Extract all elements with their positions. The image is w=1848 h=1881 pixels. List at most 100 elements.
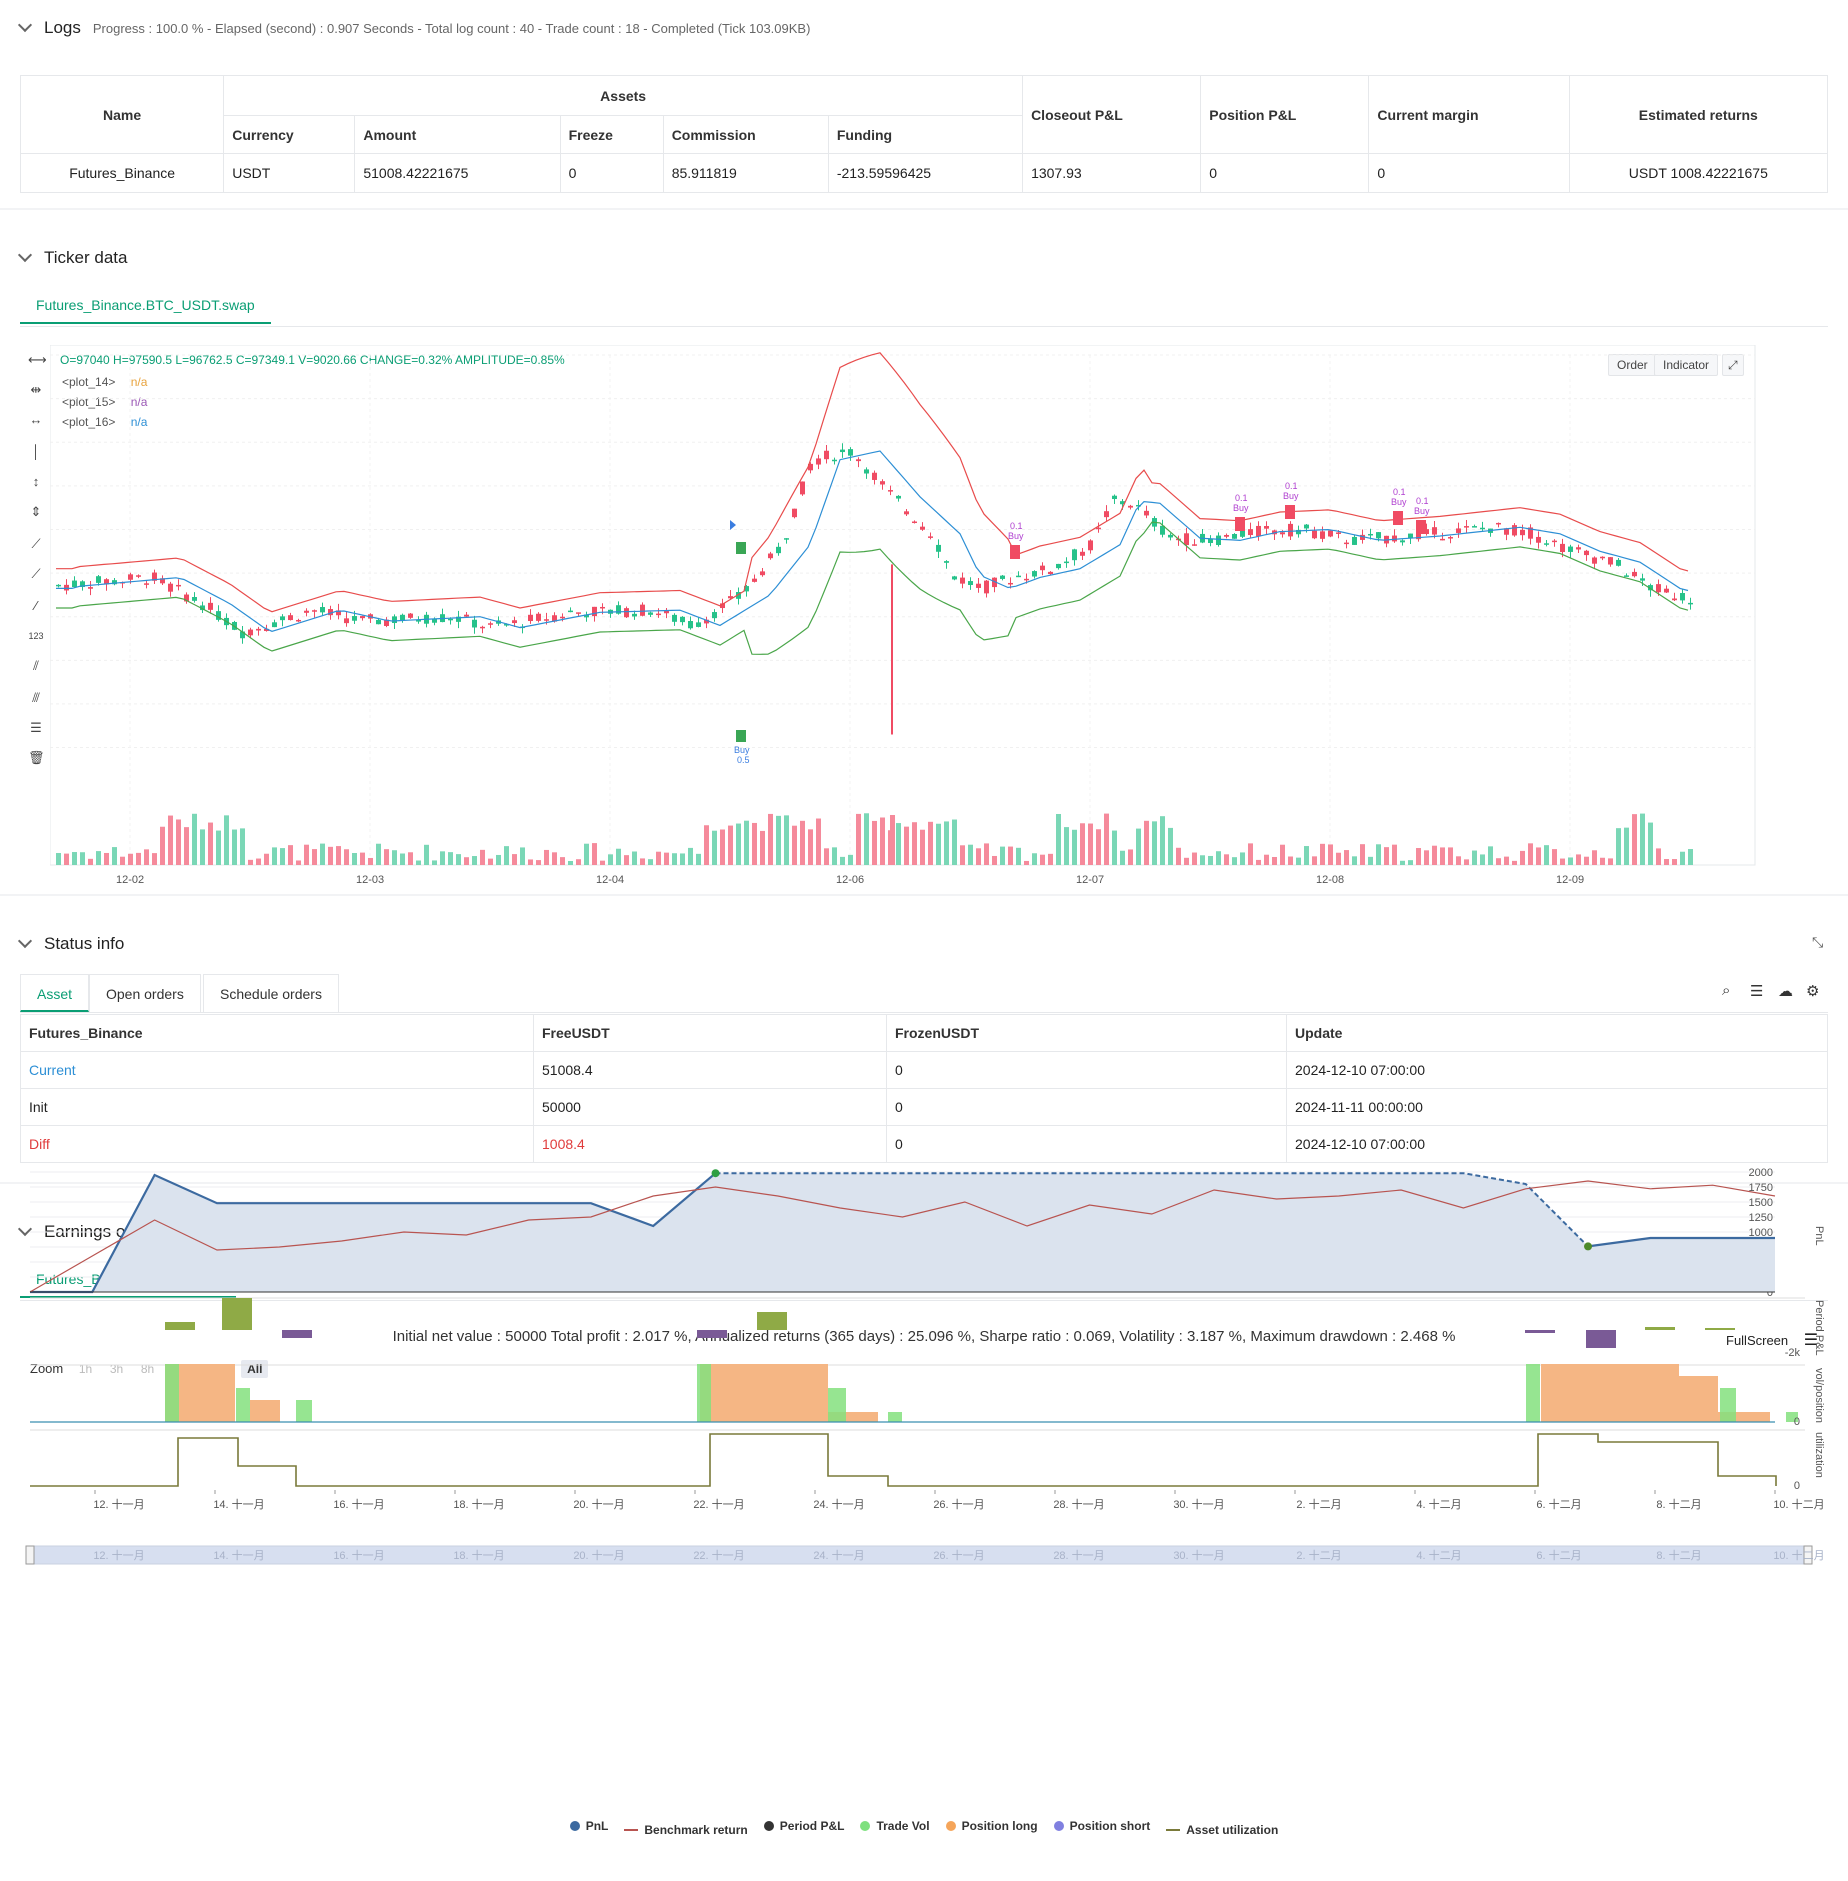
volume-bar	[1528, 843, 1533, 865]
volume-bar	[1368, 856, 1373, 865]
horizontal-line-icon[interactable]: ⟷	[28, 352, 47, 368]
status-header[interactable]: Status info	[17, 933, 124, 954]
volume-bar	[1472, 850, 1477, 865]
candle-body	[1680, 593, 1685, 601]
vertical-segment-icon[interactable]: ⇕	[28, 504, 44, 520]
volume-bar	[1648, 822, 1653, 865]
buy-marker-label: Buy	[1414, 506, 1430, 516]
cloud-download-icon[interactable]: ☁	[1778, 982, 1793, 1000]
cross-line-icon[interactable]: ↔	[28, 412, 44, 428]
gear-icon[interactable]: ⚙	[1806, 982, 1819, 1000]
candle-body	[208, 602, 213, 610]
volume-bar	[600, 860, 605, 865]
cell-frozen: 0	[886, 1051, 1287, 1089]
segment-icon[interactable]: ∕	[28, 598, 44, 614]
period-pnl-bar	[757, 1312, 787, 1330]
volume-bar	[1072, 829, 1077, 865]
navigator-tick-label: 28. 十一月	[1053, 1548, 1104, 1562]
horizontal-ray-icon[interactable]: ⇹	[28, 382, 44, 398]
legend-item[interactable]: Trade Vol	[860, 1819, 930, 1833]
volume-bar	[456, 854, 461, 865]
candle-body	[624, 608, 629, 618]
candle-body	[1280, 532, 1285, 535]
candle-body	[1144, 510, 1149, 516]
candle-body	[752, 578, 757, 582]
earnings-section: Earnings overview Futures_Binance.BTC_US…	[0, 1167, 1848, 1881]
sell-marker	[1010, 545, 1020, 559]
legend-label: Position short	[1069, 1819, 1151, 1833]
candle-body	[280, 616, 285, 621]
candle-body	[1048, 571, 1053, 575]
search-icon[interactable]: ⌕	[1722, 982, 1730, 999]
candle-body	[488, 623, 493, 625]
candle-body	[1560, 543, 1565, 553]
vertical-line-icon[interactable]: │	[28, 444, 44, 460]
volume-bar	[168, 815, 173, 865]
volume-bar	[240, 828, 245, 865]
ray-line-icon[interactable]: ⟋	[28, 566, 44, 582]
volume-bar	[704, 825, 709, 865]
volume-bar	[1296, 857, 1301, 865]
legend-item[interactable]: Position long	[945, 1819, 1038, 1833]
volume-bar	[256, 858, 261, 865]
volume-bar	[1688, 849, 1693, 865]
gann-icon[interactable]: ☰	[28, 720, 44, 736]
cell-free: 1008.4	[533, 1125, 887, 1163]
logs-header[interactable]: Logs Progress : 100.0 % - Elapsed (secon…	[17, 17, 810, 38]
volume-bar	[976, 848, 981, 865]
volume-bar	[136, 852, 141, 865]
chevron-down-icon[interactable]	[17, 247, 33, 263]
ticker-title: Ticker data	[44, 248, 128, 267]
volume-bar	[1272, 856, 1277, 865]
volume-bar	[288, 845, 293, 865]
legend-item[interactable]: Position short	[1053, 1819, 1151, 1833]
tab-schedule-orders[interactable]: Schedule orders	[203, 974, 339, 1012]
cell-currency: USDT	[223, 153, 356, 193]
col-amount: Amount	[354, 115, 561, 154]
fib-icon[interactable]: ⫻	[28, 690, 44, 706]
volume-bar	[1480, 854, 1485, 865]
collapse-icon[interactable]: ⤡	[1812, 934, 1823, 951]
candle-body	[1600, 556, 1605, 559]
volume-bar	[664, 852, 669, 865]
x-tick-label: 4. 十二月	[1416, 1497, 1461, 1511]
volume-bar	[1672, 859, 1677, 865]
chevron-down-icon[interactable]	[17, 933, 33, 949]
tab-asset[interactable]: Asset	[20, 974, 90, 1012]
volume-bar	[384, 849, 389, 865]
candle-body	[1088, 540, 1093, 551]
price-line-icon[interactable]: 123	[28, 628, 44, 644]
parallel-channel-icon[interactable]: ⫽	[28, 658, 44, 674]
candle-body	[928, 536, 933, 538]
trend-line-icon[interactable]: ⟋	[28, 536, 44, 552]
volume-bar	[88, 858, 93, 865]
row-label-diff: Diff	[20, 1125, 534, 1163]
volume-bar	[1384, 847, 1389, 865]
trade-vol-bar	[165, 1364, 179, 1422]
candle-body	[944, 561, 949, 563]
volume-bar	[1240, 852, 1245, 865]
legend-item[interactable]: Benchmark return	[624, 1823, 748, 1837]
legend-item[interactable]: PnL	[569, 1819, 608, 1833]
list-icon[interactable]: ☰	[1750, 982, 1763, 1000]
ticker-header[interactable]: Ticker data	[17, 247, 128, 268]
x-tick-label: 22. 十一月	[693, 1497, 744, 1511]
chevron-down-icon[interactable]	[17, 17, 33, 33]
cell-commission: 85.911819	[662, 153, 829, 193]
volume-bar	[904, 826, 909, 865]
tab-btc-swap[interactable]: Futures_Binance.BTC_USDT.swap	[20, 286, 271, 324]
legend-item[interactable]: Asset utilization	[1166, 1823, 1278, 1837]
volume-bar	[1168, 827, 1173, 865]
tab-open-orders[interactable]: Open orders	[89, 974, 201, 1012]
volume-bar	[776, 815, 781, 865]
col-frozen: FrozenUSDT	[886, 1014, 1287, 1052]
legend-dot-icon	[860, 1821, 871, 1831]
vertical-ray-icon[interactable]: ↕	[28, 474, 44, 490]
volume-bar	[1264, 854, 1269, 865]
candle-body	[1336, 532, 1341, 534]
utilization-line	[30, 1433, 1777, 1487]
volume-bar	[1416, 848, 1421, 865]
legend-item[interactable]: Period P&L	[763, 1819, 844, 1833]
volume-bar	[1144, 820, 1149, 865]
trash-icon[interactable]: 🗑	[28, 750, 45, 766]
